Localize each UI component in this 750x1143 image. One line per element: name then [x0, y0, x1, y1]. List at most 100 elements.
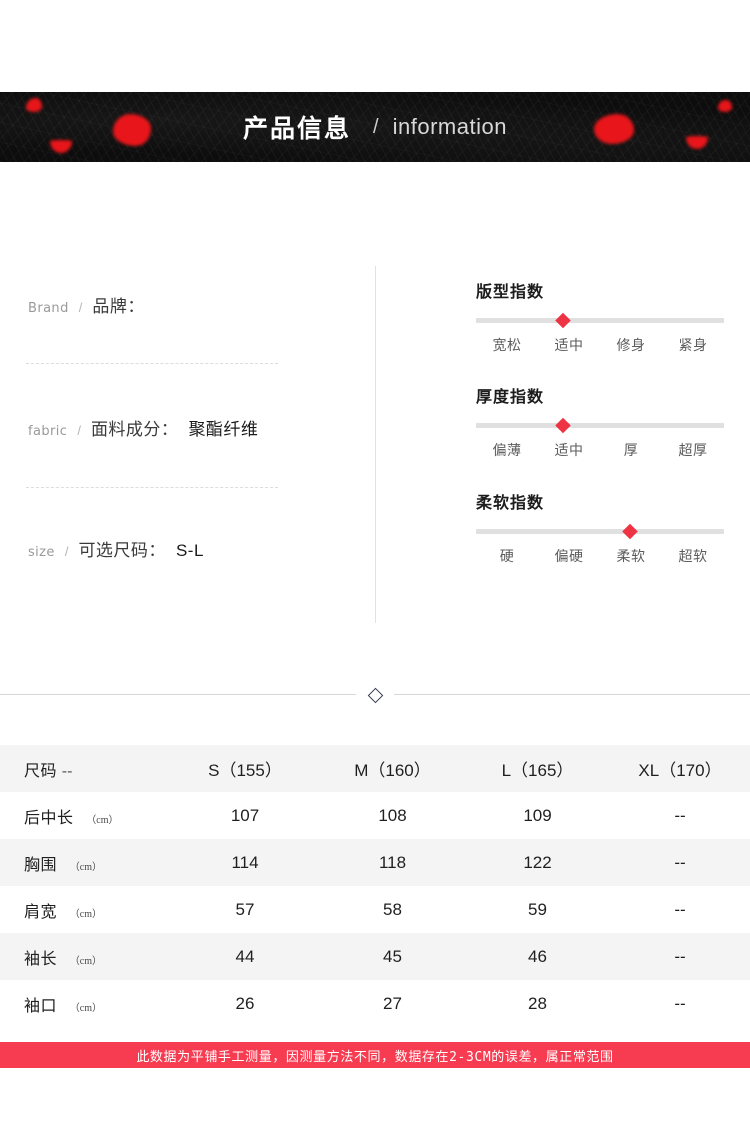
index-scale-label: 适中: [554, 442, 584, 458]
table-row-unit: （cm）: [69, 908, 102, 920]
table-row-label: 后中长: [24, 809, 74, 827]
table-row: 袖口 （cm） 26 27 28 --: [0, 980, 750, 1027]
table-row-label: 袖长: [24, 950, 58, 968]
index-scale-label: 厚: [623, 442, 639, 458]
index-block-softness: 柔软指数 硬 偏硬 柔软 超软: [476, 489, 726, 566]
spec-label-en: Brand: [28, 301, 69, 316]
table-cell: --: [674, 899, 686, 919]
table-cell: 46: [528, 946, 547, 966]
index-block-fit: 版型指数 宽松 适中 修身 紧身: [476, 278, 726, 355]
spec-row-fabric: fabric / 面料成分： 聚酯纤维: [28, 415, 258, 440]
index-scale-label: 超厚: [678, 442, 708, 458]
table-row-label-cell: 袖长 （cm）: [0, 933, 170, 980]
banner-title-en: information: [392, 114, 507, 139]
measurement-disclaimer-text: 此数据为平铺手工测量，因测量方法不同，数据存在2-3CM的误差，属正常范围: [136, 1049, 614, 1065]
index-block-thickness: 厚度指数 偏薄 适中 厚 超厚: [476, 383, 726, 460]
index-scale-labels: 硬 偏硬 柔软 超软: [476, 546, 724, 566]
banner-title-group: 产品信息 / information: [0, 92, 750, 162]
table-cell: 109: [523, 805, 552, 825]
table-cell: --: [674, 993, 686, 1013]
table-row-label-cell: 后中长 （cm）: [0, 792, 170, 839]
product-info-section: Brand / 品牌： fabric / 面料成分： 聚酯纤维 size / 可…: [0, 240, 750, 640]
spec-row-brand: Brand / 品牌：: [28, 292, 155, 317]
table-cell: --: [674, 805, 686, 825]
index-title: 柔软指数: [476, 495, 545, 512]
divider-line-right: [394, 694, 750, 695]
table-header-cell: XL（170）: [638, 761, 722, 780]
index-title: 厚度指数: [476, 389, 545, 406]
spec-slash: /: [78, 300, 83, 315]
table-row-label: 胸围: [24, 856, 58, 874]
index-slider-track[interactable]: [476, 312, 724, 329]
banner-separator: /: [373, 115, 379, 138]
table-cell: 26: [235, 993, 255, 1013]
index-scale-label: 适中: [554, 337, 584, 353]
table-cell: 28: [528, 993, 547, 1013]
index-scale-label: 偏薄: [492, 442, 522, 458]
table-row: 胸围 （cm） 114 118 122 --: [0, 839, 750, 886]
table-row-label-cell: 袖口 （cm）: [0, 980, 170, 1027]
table-row: 肩宽 （cm） 57 58 59 --: [0, 886, 750, 933]
table-row-label-cell: 肩宽 （cm）: [0, 886, 170, 933]
spec-label-cn: 可选尺码：: [78, 541, 166, 560]
spec-label-en: size: [28, 545, 55, 560]
index-scale-label: 偏硬: [554, 548, 584, 564]
index-scale-label: 柔软: [616, 548, 646, 564]
index-scale-label: 修身: [616, 337, 646, 353]
table-cell: 118: [378, 852, 407, 872]
index-scale-label: 宽松: [492, 337, 522, 353]
table-header-cell: L（165）: [501, 761, 574, 780]
table-row-label-cell: 胸围 （cm）: [0, 839, 170, 886]
table-row: 后中长 （cm） 107 108 109 --: [0, 792, 750, 839]
index-scale-labels: 偏薄 适中 厚 超厚: [476, 440, 724, 460]
table-cell: 58: [383, 899, 402, 919]
table-cell: 45: [383, 946, 402, 966]
table-cell: 107: [230, 805, 260, 825]
table-row-label: 袖口: [24, 997, 58, 1015]
banner-title-cn: 产品信息: [243, 115, 352, 143]
table-header-unit: --: [61, 762, 73, 780]
spec-label-cn: 面料成分：: [90, 420, 179, 439]
table-cell: 122: [523, 852, 552, 872]
spec-slash: /: [64, 544, 69, 559]
table-header-cell: S（155）: [208, 761, 282, 780]
index-scale-label: 超软: [678, 548, 708, 564]
index-slider-track[interactable]: [476, 417, 724, 434]
table-row-unit: （cm）: [69, 861, 102, 873]
table-row-unit: （cm）: [69, 955, 102, 967]
column-divider: [375, 266, 376, 623]
table-header-row: 尺码 -- S（155） M（160） L（165） XL（170）: [0, 745, 750, 792]
spec-list: Brand / 品牌： fabric / 面料成分： 聚酯纤维 size / 可…: [0, 240, 360, 640]
spec-slash: /: [77, 423, 81, 438]
table-row-label: 肩宽: [24, 903, 58, 921]
table-row-unit: （cm）: [69, 1002, 102, 1014]
spec-divider: [26, 363, 278, 365]
table-header-label-cell: 尺码 --: [0, 745, 170, 792]
divider-line-left: [0, 694, 356, 695]
table-row: 袖长 （cm） 44 45 46 --: [0, 933, 750, 980]
table-cell: 57: [235, 899, 255, 919]
table-row-unit: （cm）: [86, 814, 119, 826]
spec-divider: [26, 487, 278, 489]
product-info-banner: 产品信息 / information: [0, 92, 750, 162]
table-header-cell: M（160）: [354, 761, 431, 780]
size-chart-table: 尺码 -- S（155） M（160） L（165） XL（170） 后中长 （…: [0, 745, 750, 1027]
spec-row-size: size / 可选尺码： S-L: [28, 536, 204, 561]
measurement-disclaimer-bar: 此数据为平铺手工测量，因测量方法不同，数据存在2-3CM的误差，属正常范围: [0, 1042, 750, 1068]
section-divider: [0, 686, 750, 703]
index-slider-marker[interactable]: [555, 417, 571, 434]
index-scale-label: 硬: [499, 548, 515, 564]
index-scale-labels: 宽松 适中 修身 紧身: [476, 335, 724, 355]
index-slider-track[interactable]: [476, 523, 724, 540]
table-cell: 59: [528, 899, 547, 919]
spec-value-fabric: 聚酯纤维: [188, 420, 259, 439]
index-slider-marker[interactable]: [621, 523, 638, 540]
table-cell: --: [674, 946, 686, 966]
table-cell: 27: [383, 993, 402, 1013]
table-cell: 44: [235, 946, 255, 966]
index-title: 版型指数: [476, 284, 545, 301]
spec-label-cn: 品牌：: [92, 297, 145, 316]
table-cell: 114: [231, 852, 259, 872]
table-cell: 108: [378, 805, 407, 825]
index-slider-marker[interactable]: [555, 312, 571, 329]
